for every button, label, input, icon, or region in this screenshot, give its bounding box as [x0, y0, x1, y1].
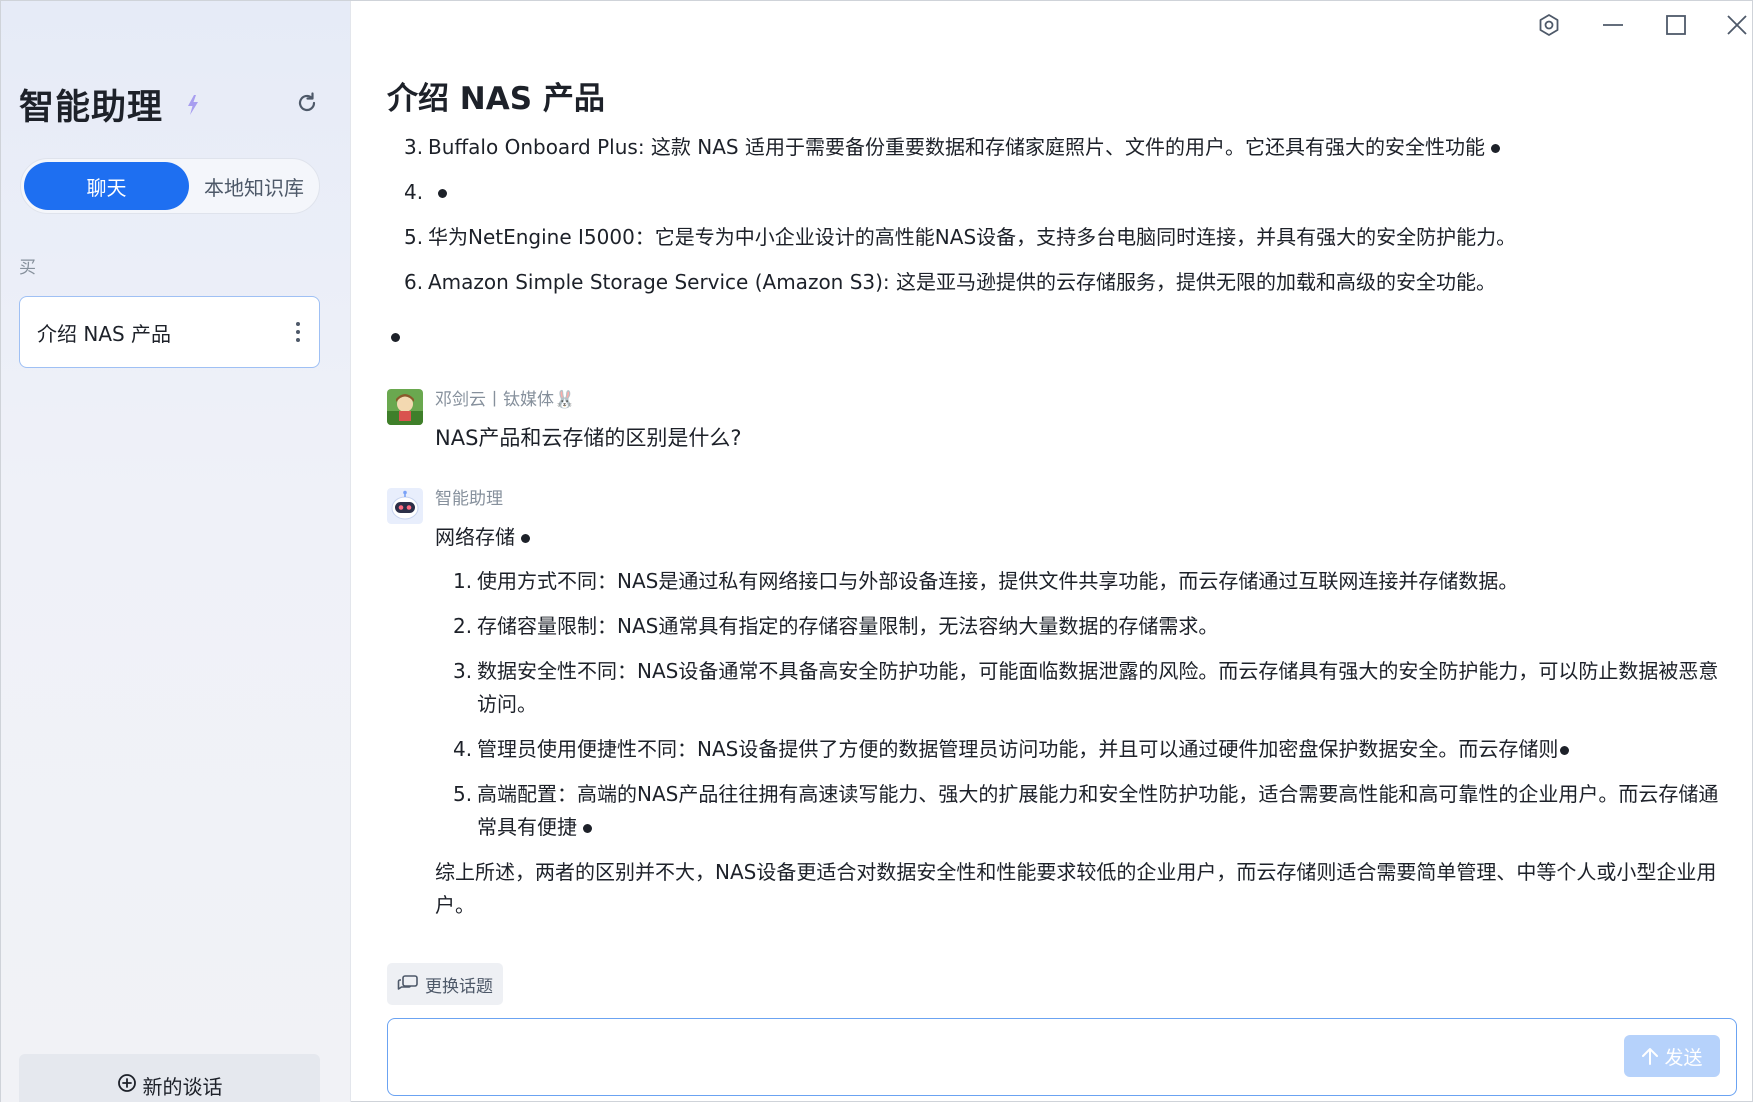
- cursor-dot: [521, 534, 530, 543]
- cursor-dot: [438, 189, 447, 198]
- tab-local-knowledge-base[interactable]: 本地知识库: [191, 162, 317, 210]
- list-item: 4. 管理员使用便捷性不同：NAS设备提供了方便的数据管理员访问功能，并且可以通…: [435, 733, 1727, 766]
- cursor-dot: [1490, 144, 1500, 153]
- list-text: 高端配置：高端的NAS产品往往拥有高速读写能力、强大的扩展能力和安全性防护功能，…: [477, 782, 1719, 839]
- previous-answer: 3. Buffalo Onboard Plus: 这款 NAS 适用于需要备份重…: [387, 131, 1727, 342]
- list-text: Buffalo Onboard Plus: 这款 NAS 适用于需要备份重要数据…: [428, 135, 1485, 159]
- assistant-answer-list: 1. 使用方式不同：NAS是通过私有网络接口与外部设备连接，提供文件共享功能，而…: [435, 565, 1727, 844]
- assistant-name: 智能助理: [435, 489, 503, 509]
- previous-answer-list: 3. Buffalo Onboard Plus: 这款 NAS 适用于需要备份重…: [387, 131, 1727, 299]
- app-window: 智能助理 聊天 本地知识库 买 介绍 NAS 产品 新的谈话 介绍 NAS 产品…: [0, 0, 1753, 1102]
- mode-switch: 聊天 本地知识库: [20, 158, 320, 214]
- list-text: 华为NetEngine I5000：它是专为中小企业设计的高性能NAS设备，支持…: [428, 225, 1517, 249]
- list-number: 6.: [404, 270, 424, 294]
- app-title: 智能助理: [19, 88, 164, 128]
- message-input-box: 发送: [387, 1018, 1737, 1096]
- list-text: 数据安全性不同：NAS设备通常不具备高安全防护功能，可能面临数据泄露的风险。而云…: [477, 659, 1719, 716]
- list-item: 6. Amazon Simple Storage Service (Amazon…: [387, 266, 1727, 299]
- user-avatar: [387, 389, 423, 425]
- chat-panel: 介绍 NAS 产品 3. Buffalo Onboard Plus: 这款 NA…: [352, 1, 1752, 1102]
- sparkle-icon: [183, 94, 203, 116]
- list-item: 3. Buffalo Onboard Plus: 这款 NAS 适用于需要备份重…: [387, 131, 1727, 164]
- send-label: 发送: [1664, 1046, 1703, 1069]
- arrow-up-icon: [1641, 1046, 1659, 1066]
- list-text: 存储容量限制：NAS通常具有指定的存储容量限制，无法容纳大量数据的存储需求。: [477, 614, 1219, 638]
- cursor-dot: [391, 333, 400, 342]
- list-item: 2. 存储容量限制：NAS通常具有指定的存储容量限制，无法容纳大量数据的存储需求…: [435, 610, 1727, 643]
- list-item: 4.: [387, 176, 1727, 209]
- assistant-intro-text: 网络存储: [435, 525, 515, 549]
- sidebar: 智能助理 聊天 本地知识库 买 介绍 NAS 产品 新的谈话: [1, 1, 351, 1102]
- list-item: 1. 使用方式不同：NAS是通过私有网络接口与外部设备连接，提供文件共享功能，而…: [435, 565, 1727, 598]
- change-topic-button[interactable]: 更换话题: [387, 963, 503, 1005]
- send-button[interactable]: 发送: [1624, 1035, 1720, 1077]
- list-text: Amazon Simple Storage Service (Amazon S3…: [428, 270, 1497, 294]
- list-item: 5. 华为NetEngine I5000：它是专为中小企业设计的高性能NAS设备…: [387, 221, 1727, 254]
- list-number: 2.: [453, 614, 473, 638]
- assistant-avatar: [387, 488, 423, 524]
- list-number: 5.: [404, 225, 424, 249]
- user-message-text: NAS产品和云存储的区别是什么?: [435, 426, 742, 450]
- list-number: 1.: [453, 569, 473, 593]
- cursor-dot: [583, 824, 592, 833]
- conversation-group-label: 买: [19, 258, 36, 278]
- list-number: 4.: [404, 180, 424, 204]
- assistant-message-body: 网络存储 1. 使用方式不同：NAS是通过私有网络接口与外部设备连接，提供文件共…: [435, 521, 1727, 922]
- new-chat-button[interactable]: 新的谈话: [19, 1054, 320, 1102]
- more-options-icon[interactable]: [295, 320, 301, 344]
- tab-chat[interactable]: 聊天: [24, 162, 189, 210]
- new-chat-label: 新的谈话: [142, 1075, 223, 1099]
- user-name: 邓剑云丨钛媒体🐰: [435, 390, 576, 410]
- list-number: 3.: [404, 135, 424, 159]
- list-number: 5.: [453, 782, 473, 806]
- cursor-dot: [1560, 746, 1570, 755]
- message-input[interactable]: [402, 1031, 1502, 1081]
- conversation-item[interactable]: 介绍 NAS 产品: [19, 296, 320, 368]
- list-number: 4.: [453, 737, 473, 761]
- list-item: 3. 数据安全性不同：NAS设备通常不具备高安全防护功能，可能面临数据泄露的风险…: [435, 655, 1727, 721]
- assistant-intro: 网络存储: [435, 521, 1727, 554]
- refresh-icon[interactable]: [295, 91, 319, 115]
- brand: 智能助理: [19, 79, 203, 130]
- conversation-title: 介绍 NAS 产品: [37, 321, 172, 346]
- chat-bubble-icon: [397, 974, 419, 994]
- list-number: 3.: [453, 659, 473, 683]
- chat-title: 介绍 NAS 产品: [387, 81, 605, 117]
- assistant-summary: 综上所述，两者的区别并不大，NAS设备更适合对数据安全性和性能要求较低的企业用户…: [435, 860, 1717, 917]
- list-text: 管理员使用便捷性不同：NAS设备提供了方便的数据管理员访问功能，并且可以通过硬件…: [477, 737, 1559, 761]
- plus-circle-icon: [117, 1073, 137, 1093]
- change-topic-label: 更换话题: [425, 976, 493, 997]
- list-item: 5. 高端配置：高端的NAS产品往往拥有高速读写能力、强大的扩展能力和安全性防护…: [435, 778, 1727, 844]
- list-text: 使用方式不同：NAS是通过私有网络接口与外部设备连接，提供文件共享功能，而云存储…: [477, 569, 1519, 593]
